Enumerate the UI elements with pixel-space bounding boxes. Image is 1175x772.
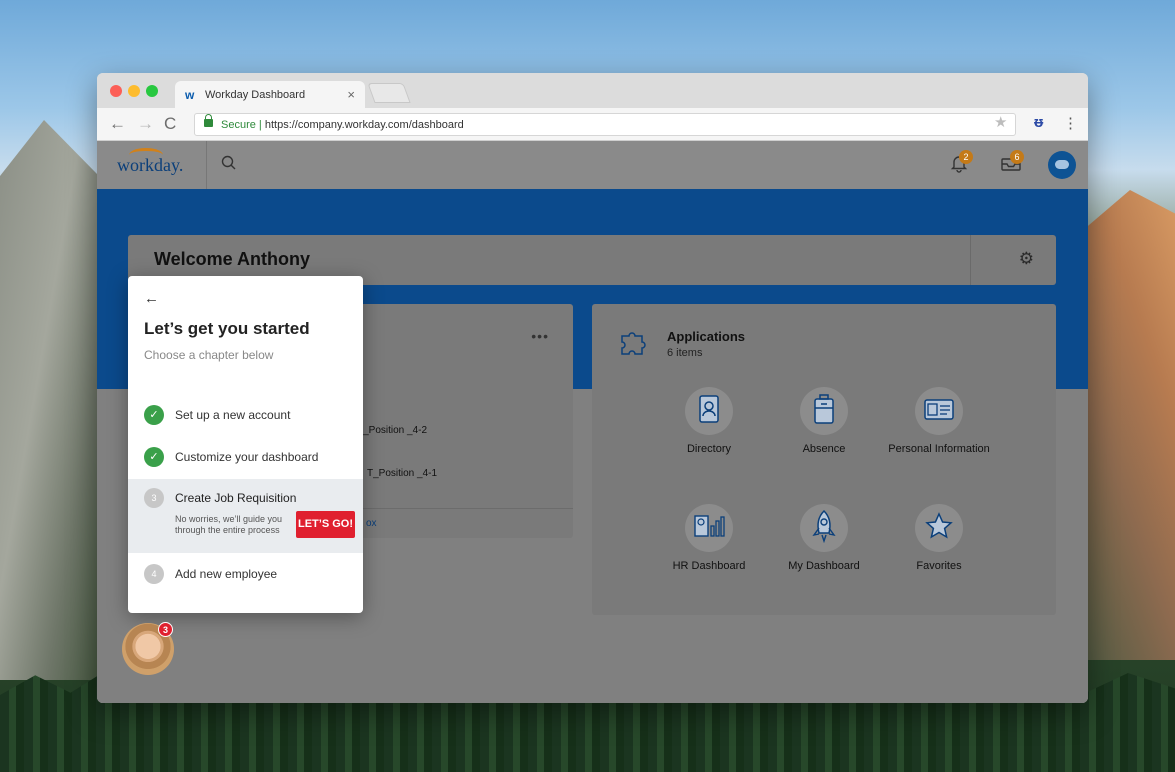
app-favorites[interactable]: Favorites: [884, 504, 994, 573]
checkmark-icon: ✓: [144, 405, 164, 425]
minimize-window-button[interactable]: [128, 85, 140, 97]
workday-logo[interactable]: workday.: [117, 155, 183, 176]
app-label: Personal Information: [888, 443, 990, 455]
onboarding-subtitle: Choose a chapter below: [144, 348, 274, 362]
back-arrow-icon[interactable]: ←: [109, 114, 126, 134]
step-customize-dashboard[interactable]: ✓ Customize your dashboard: [128, 447, 363, 469]
onboarding-panel: ← Let’s get you started Choose a chapter…: [128, 276, 363, 613]
workday-header: workday. 2 6: [97, 141, 1088, 189]
more-options-icon[interactable]: •••: [531, 328, 549, 344]
hr-dashboard-icon: [693, 512, 725, 545]
welcome-title: Welcome Anthony: [154, 249, 311, 269]
search-icon[interactable]: [221, 155, 237, 176]
address-bar[interactable]: Secure | https://company.workday.com/das…: [194, 113, 1016, 136]
lets-go-button[interactable]: LET’S GO!: [296, 511, 355, 538]
app-directory[interactable]: Directory: [654, 387, 764, 456]
reload-icon[interactable]: C: [164, 114, 176, 134]
app-label: HR Dashboard: [672, 560, 746, 572]
tab-close-icon[interactable]: ×: [347, 87, 355, 102]
applications-card: Applications 6 items Directory Absence P…: [592, 304, 1056, 615]
app-label: My Dashboard: [788, 560, 860, 572]
assistant-badge: 3: [158, 622, 173, 637]
secure-label: Secure: [221, 118, 256, 131]
step-label: Customize your dashboard: [175, 450, 319, 464]
checkmark-icon: ✓: [144, 447, 164, 467]
app-personal-information[interactable]: Personal Information: [884, 387, 994, 456]
lock-icon: [204, 114, 213, 127]
step-number: 4: [144, 564, 164, 584]
app-label: Favorites: [916, 560, 962, 572]
step-set-up-account[interactable]: ✓ Set up a new account: [128, 405, 363, 427]
directory-icon: [695, 394, 723, 429]
step-label: Add new employee: [175, 567, 278, 581]
profile-cloud-icon[interactable]: [1048, 151, 1076, 179]
worklet-item-1[interactable]: T_Position _4-2: [357, 425, 427, 436]
notifications-badge: 2: [959, 150, 973, 164]
applications-title: Applications: [667, 329, 746, 344]
puzzle-icon: [618, 326, 648, 356]
my-dashboard-icon: [810, 509, 838, 548]
tab-title: Workday Dashboard: [205, 89, 306, 101]
applications-count: 6 items: [667, 347, 703, 359]
step-create-job-requisition[interactable]: 3 Create Job Requisition No worries, we’…: [128, 479, 363, 553]
workday-favicon-icon: w: [185, 88, 195, 102]
favorites-icon: [924, 511, 954, 546]
app-label: Directory: [686, 443, 731, 455]
welcome-divider: [970, 235, 971, 285]
browser-tab[interactable]: w Workday Dashboard ×: [175, 81, 365, 109]
url-text: https://company.workday.com/dashboard: [264, 118, 464, 131]
browser-titlebar: w Workday Dashboard ×: [97, 73, 1088, 109]
new-tab-button[interactable]: [367, 83, 411, 103]
step-add-new-employee[interactable]: 4 Add new employee: [128, 564, 363, 586]
step-label: Create Job Requisition: [175, 491, 297, 505]
absence-icon: [811, 393, 837, 430]
extension-icon[interactable]: ᵿ: [1034, 114, 1043, 131]
gear-icon[interactable]: ⚙: [1019, 249, 1034, 269]
browser-toolbar: ← → C Secure | https://company.workday.c…: [97, 108, 1088, 141]
bookmark-star-icon[interactable]: ★: [994, 113, 1007, 131]
maximize-window-button[interactable]: [146, 85, 158, 97]
step-number: 3: [144, 488, 164, 508]
step-label: Set up a new account: [175, 408, 291, 422]
onboarding-title: Let’s get you started: [144, 319, 310, 338]
background-cliff-left: [0, 120, 110, 680]
app-label: Absence: [802, 443, 846, 455]
url-separator: |: [255, 118, 265, 131]
header-divider: [206, 141, 207, 189]
personal-information-icon: [923, 396, 955, 427]
back-arrow-icon[interactable]: ←: [144, 290, 159, 307]
worklet-footer-link[interactable]: ox: [366, 518, 377, 529]
forward-arrow-icon[interactable]: →: [137, 114, 154, 134]
app-my-dashboard[interactable]: My Dashboard: [769, 504, 879, 573]
worklet-item-2[interactable]: T_Position _4-1: [367, 468, 437, 479]
browser-menu-icon[interactable]: ⋮: [1063, 114, 1078, 132]
inbox-badge: 6: [1010, 150, 1024, 164]
app-hr-dashboard[interactable]: HR Dashboard: [654, 504, 764, 573]
app-absence[interactable]: Absence: [769, 387, 879, 456]
close-window-button[interactable]: [110, 85, 122, 97]
background-cliff-right: [1075, 190, 1175, 660]
step-description: No worries, we’ll guide you through the …: [175, 514, 283, 535]
